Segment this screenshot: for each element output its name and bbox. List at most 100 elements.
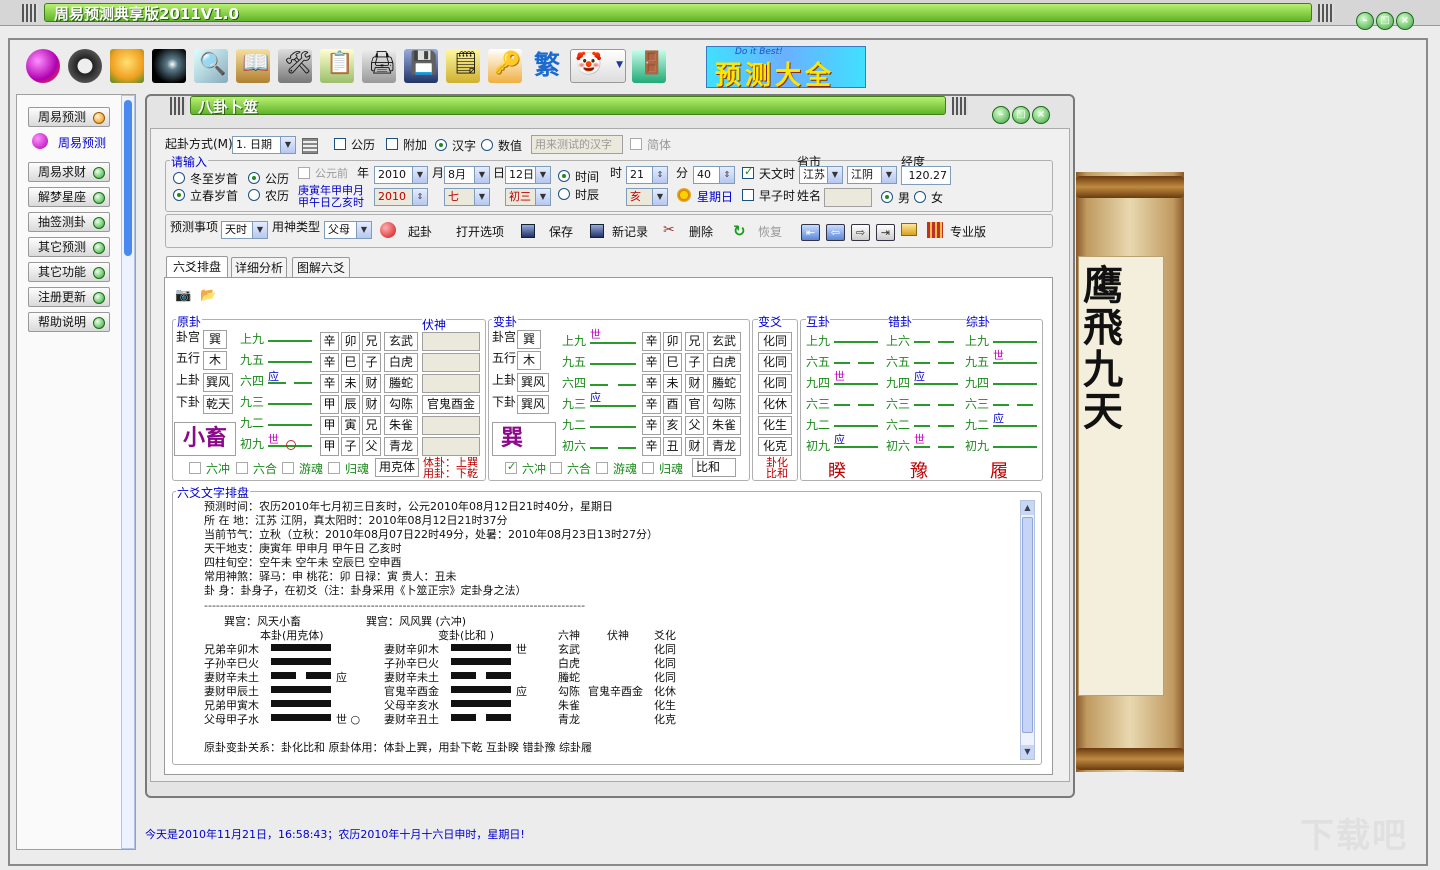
last-record-icon[interactable]: ⇥ (876, 224, 895, 241)
tab-diagram[interactable]: 图解六爻 (292, 257, 350, 278)
dizhi-cell: 亥 (663, 416, 682, 435)
printer-icon[interactable]: 🖨 (362, 49, 396, 83)
new-record-icon[interactable] (590, 224, 604, 238)
month-select[interactable]: 8月 ▼ (444, 166, 490, 184)
male-radio[interactable] (881, 191, 893, 203)
gongli-checkbox[interactable] (334, 138, 346, 150)
restore-button[interactable]: 恢复 (758, 223, 782, 240)
key-icon[interactable]: 🔑 (488, 49, 522, 83)
hour-spinner[interactable]: 21 ⇕ (626, 166, 668, 184)
banner-text: 预测大全 (715, 61, 836, 91)
exit-door-icon[interactable]: 🚪 (632, 49, 666, 83)
scroll-thumb[interactable] (1022, 517, 1033, 733)
new-record-button[interactable]: 新记录 (612, 223, 648, 240)
sidebar-item-jiemeng[interactable]: 解梦星座 (28, 187, 110, 207)
sidebar-item-help[interactable]: 帮助说明 (28, 312, 110, 332)
sidebar-item-register[interactable]: 注册更新 (28, 287, 110, 307)
restore-icon[interactable]: ↻ (733, 222, 746, 240)
zaozi-checkbox[interactable] (742, 189, 754, 201)
traditional-chinese-icon[interactable]: 繁 (530, 49, 564, 83)
name-input[interactable] (824, 188, 872, 207)
year2-select[interactable]: 2010 ⇕ (374, 188, 428, 206)
liuchong-checkbox[interactable] (189, 462, 201, 474)
guihun-checkbox[interactable] (642, 462, 654, 474)
sidebar-scrollbar[interactable] (121, 95, 135, 849)
hanzi-radio[interactable] (435, 139, 447, 151)
next-record-icon[interactable]: ⇨ (851, 224, 870, 241)
chart-bars-icon[interactable] (927, 222, 943, 238)
dongzhi-radio[interactable] (173, 172, 185, 184)
calculator-icon[interactable] (302, 138, 318, 154)
cartoon-face-icon[interactable] (110, 49, 144, 83)
jianti-checkbox[interactable] (630, 138, 642, 150)
bagua-icon[interactable] (68, 49, 102, 83)
camera-icon[interactable]: 📷 (175, 288, 191, 303)
text-panel-scrollbar[interactable]: ▲ ▼ (1020, 500, 1035, 760)
province-select[interactable]: 江苏 ▼ (799, 166, 843, 184)
qigua-icon[interactable] (380, 222, 396, 238)
sidebar-item-other-func[interactable]: 其它功能 (28, 262, 110, 282)
magnifier-icon[interactable]: 🔍 (194, 49, 228, 83)
tools-icon[interactable]: 🛠 (278, 49, 312, 83)
notepad-icon[interactable]: 🗒 (446, 49, 480, 83)
youhun-checkbox[interactable] (282, 462, 294, 474)
youhun-checkbox[interactable] (596, 462, 608, 474)
longitude-input[interactable]: 120.27 (901, 166, 951, 185)
document-grid-icon[interactable]: 📋 (320, 49, 354, 83)
lichun-radio[interactable] (173, 189, 185, 201)
delete-icon[interactable]: ✂ (663, 222, 675, 238)
cal-nongli-radio[interactable] (248, 189, 260, 201)
test-hanzi-input[interactable]: 用来测试的汉字 (531, 135, 623, 154)
sidebar-item-zhouyi-1[interactable]: 周易预测 (28, 107, 110, 127)
minimize-icon[interactable]: – (992, 106, 1010, 124)
city-select[interactable]: 江阴 ▼ (847, 166, 897, 184)
tab-liuyao-paipan[interactable]: 六爻排盘 (166, 256, 228, 277)
fujia-checkbox[interactable] (386, 138, 398, 150)
first-record-icon[interactable]: ⇤ (801, 224, 820, 241)
liuhe-checkbox[interactable] (550, 462, 562, 474)
avatar-dropdown-icon[interactable]: 🤡 ▼ (570, 49, 626, 83)
shuzhi-radio[interactable] (481, 139, 493, 151)
shichen-select[interactable]: 亥 ▼ (626, 188, 668, 206)
yijing-ball-icon[interactable] (26, 49, 60, 83)
day2-select[interactable]: 初三 ▼ (505, 188, 551, 206)
save-button[interactable]: 保存 (549, 223, 573, 240)
floppy-save-icon[interactable]: 💾 (404, 49, 438, 83)
day-select[interactable]: 12日 ▼ (505, 166, 551, 184)
pro-version-button[interactable]: 专业版 (950, 223, 986, 240)
qigua-button[interactable]: 起卦 (408, 223, 432, 240)
month2-select[interactable]: 七 ▼ (444, 188, 490, 206)
scroll-up-icon[interactable]: ▲ (1021, 501, 1034, 515)
save-icon[interactable] (521, 224, 535, 238)
sidebar-item-zhouyi-2[interactable]: 周易预测 (28, 130, 110, 154)
tianwen-checkbox[interactable] (742, 165, 754, 179)
prev-record-icon[interactable]: ⇦ (826, 224, 845, 241)
sidebar-item-chouqian[interactable]: 抽签测卦 (28, 212, 110, 232)
galaxy-icon[interactable] (152, 49, 186, 83)
close-icon[interactable]: × (1032, 106, 1050, 124)
yongshen-select[interactable]: 父母 ▼ (324, 221, 372, 239)
sidebar-item-other-yuce[interactable]: 其它预测 (28, 237, 110, 257)
scroll-down-icon[interactable]: ▼ (1021, 745, 1034, 759)
minute-spinner[interactable]: 40 ⇕ (693, 166, 735, 184)
liuchong-checkbox[interactable] (505, 460, 517, 474)
guihun-checkbox[interactable] (328, 462, 340, 474)
open-folder-icon[interactable]: 📂 (200, 288, 216, 303)
method-select[interactable]: 1. 日期 ▼ (232, 136, 296, 154)
sidebar-scroll-thumb[interactable] (124, 100, 132, 256)
gongyuanqian-checkbox[interactable] (298, 167, 310, 179)
delete-button[interactable]: 删除 (689, 223, 713, 240)
folder-icon[interactable] (901, 223, 917, 236)
tab-detail-analysis[interactable]: 详细分析 (231, 257, 287, 278)
shijian-radio[interactable] (558, 170, 570, 182)
female-radio[interactable] (914, 191, 926, 203)
sidebar-item-qiucai[interactable]: 周易求财 (28, 162, 110, 182)
book-icon[interactable]: 📖 (236, 49, 270, 83)
open-options-button[interactable]: 打开选项 (456, 223, 504, 240)
maximize-icon[interactable]: □ (1012, 106, 1030, 124)
yuce-select[interactable]: 天时 ▼ (221, 221, 268, 239)
shichen-radio[interactable] (558, 188, 570, 200)
year-select[interactable]: 2010 ▼ (374, 166, 428, 184)
cal-gongli-radio[interactable] (248, 172, 260, 184)
liuhe-checkbox[interactable] (236, 462, 248, 474)
